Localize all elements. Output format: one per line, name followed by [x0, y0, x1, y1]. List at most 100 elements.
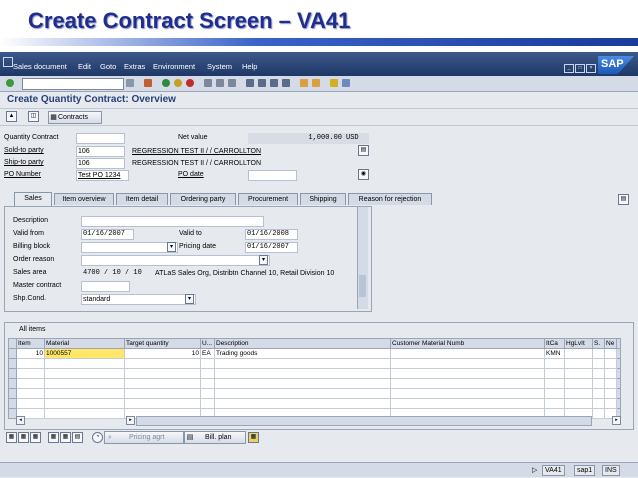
- tab-list-icon[interactable]: ▤: [618, 194, 629, 205]
- scroll-end-icon[interactable]: ▸: [612, 416, 621, 425]
- last-page-icon[interactable]: [282, 79, 290, 87]
- delete-item-icon[interactable]: ▦: [48, 432, 59, 443]
- scroll-left-icon[interactable]: ◂: [16, 416, 25, 425]
- find-icon[interactable]: [216, 79, 224, 87]
- pricing-agreements-button[interactable]: ⌕ Pricing agrt: [104, 431, 184, 444]
- valid-to-field[interactable]: 01/16/2008: [245, 229, 298, 240]
- ship-to-party-field[interactable]: 106: [76, 158, 125, 169]
- cell-higher-level-item[interactable]: [564, 368, 593, 379]
- cell-unit[interactable]: [200, 388, 215, 399]
- cell-target-quantity[interactable]: [124, 378, 201, 389]
- billing-block-field[interactable]: [81, 242, 178, 253]
- cell-description[interactable]: [214, 398, 391, 409]
- po-date-label[interactable]: PO date: [178, 171, 204, 178]
- table-settings-icon[interactable]: [616, 338, 621, 349]
- column-header-material[interactable]: Material: [44, 338, 125, 349]
- table-row[interactable]: [8, 358, 621, 369]
- cell-item[interactable]: [16, 388, 45, 399]
- menu-help[interactable]: Help: [242, 62, 257, 71]
- exit-icon[interactable]: [174, 79, 182, 87]
- cell-material[interactable]: [44, 358, 125, 369]
- column-header-higher-level-item[interactable]: HgLvIt: [564, 338, 593, 349]
- save-icon[interactable]: [144, 79, 152, 87]
- tab-item-overview[interactable]: Item overview: [54, 193, 114, 205]
- cell-material[interactable]: 1000557: [44, 348, 125, 359]
- sold-to-party-field[interactable]: 106: [76, 146, 125, 157]
- cell-description[interactable]: [214, 358, 391, 369]
- table-row[interactable]: [8, 388, 621, 399]
- cell-ne[interactable]: [604, 358, 617, 369]
- maximize-icon[interactable]: □: [575, 64, 585, 73]
- cell-target-quantity[interactable]: 10: [124, 348, 201, 359]
- table-row[interactable]: [8, 398, 621, 409]
- order-reason-field[interactable]: [81, 255, 270, 266]
- cell-item-category[interactable]: [544, 398, 565, 409]
- tab-procurement[interactable]: Procurement: [238, 193, 298, 205]
- master-contract-field[interactable]: [81, 281, 130, 292]
- cell-description[interactable]: [214, 368, 391, 379]
- cell-target-quantity[interactable]: [124, 358, 201, 369]
- shipping-conditions-field[interactable]: standard: [81, 294, 196, 305]
- shortcut-icon[interactable]: [312, 79, 320, 87]
- menu-sales-document[interactable]: Sales document: [13, 62, 67, 71]
- row-selector[interactable]: [8, 378, 17, 389]
- po-number-label[interactable]: PO Number: [4, 171, 41, 178]
- row-selector[interactable]: [8, 348, 17, 359]
- cell-item-category[interactable]: [544, 388, 565, 399]
- cell-item-category[interactable]: KMN: [544, 348, 565, 359]
- cancel-icon[interactable]: [186, 79, 194, 87]
- cell-unit[interactable]: EA: [200, 348, 215, 359]
- cell-target-quantity[interactable]: [124, 398, 201, 409]
- cell-item-category[interactable]: [544, 358, 565, 369]
- tab-item-detail[interactable]: Item detail: [116, 193, 168, 205]
- previous-page-icon[interactable]: [258, 79, 266, 87]
- column-header-s[interactable]: S.: [592, 338, 605, 349]
- table-row[interactable]: [8, 378, 621, 389]
- next-page-icon[interactable]: [270, 79, 278, 87]
- cell-customer-material[interactable]: [390, 378, 545, 389]
- cell-ne[interactable]: [604, 368, 617, 379]
- column-header-description[interactable]: Description: [214, 338, 391, 349]
- cell-unit[interactable]: [200, 368, 215, 379]
- cell-item-category[interactable]: [544, 368, 565, 379]
- column-header-item[interactable]: Item: [16, 338, 45, 349]
- cell-s[interactable]: [592, 368, 605, 379]
- cell-target-quantity[interactable]: [124, 388, 201, 399]
- copy-doc-icon[interactable]: ◫: [28, 111, 39, 122]
- cell-higher-level-item[interactable]: [564, 398, 593, 409]
- cell-customer-material[interactable]: [390, 358, 545, 369]
- sales-panel-scrollbar[interactable]: [357, 207, 368, 309]
- table-row[interactable]: [8, 368, 621, 379]
- column-header-ne[interactable]: Ne: [604, 338, 617, 349]
- status-expand-icon[interactable]: ▷: [532, 466, 537, 474]
- system-menu-icon[interactable]: [3, 57, 13, 67]
- cell-s[interactable]: [592, 348, 605, 359]
- tab-reason-for-rejection[interactable]: Reason for rejection: [348, 193, 432, 205]
- sort-icon[interactable]: ▤: [72, 432, 83, 443]
- cell-item[interactable]: [16, 358, 45, 369]
- find-next-icon[interactable]: [228, 79, 236, 87]
- cell-customer-material[interactable]: [390, 348, 545, 359]
- items-horizontal-scrollbar[interactable]: [136, 416, 592, 426]
- configuration-icon[interactable]: ◔: [92, 432, 103, 443]
- cell-description[interactable]: Trading goods: [214, 348, 391, 359]
- order-reason-dropdown-icon[interactable]: ▾: [259, 255, 268, 265]
- ship-to-party-label[interactable]: Ship-to party: [4, 159, 44, 166]
- new-session-icon[interactable]: [300, 79, 308, 87]
- cell-customer-material[interactable]: [390, 388, 545, 399]
- cell-item[interactable]: [16, 378, 45, 389]
- cell-customer-material[interactable]: [390, 368, 545, 379]
- item-detail-icon[interactable]: ▦: [6, 432, 17, 443]
- row-selector-header[interactable]: [8, 338, 17, 349]
- cell-ne[interactable]: [604, 348, 617, 359]
- back-icon[interactable]: [162, 79, 170, 87]
- column-header-target-quantity[interactable]: Target quantity: [124, 338, 201, 349]
- cell-unit[interactable]: [200, 398, 215, 409]
- insert-item-icon[interactable]: ▦: [60, 432, 71, 443]
- cell-s[interactable]: [592, 398, 605, 409]
- cell-material[interactable]: [44, 398, 125, 409]
- tab-shipping[interactable]: Shipping: [300, 193, 346, 205]
- cell-item[interactable]: 10: [16, 348, 45, 359]
- cell-item[interactable]: [16, 368, 45, 379]
- cell-unit[interactable]: [200, 358, 215, 369]
